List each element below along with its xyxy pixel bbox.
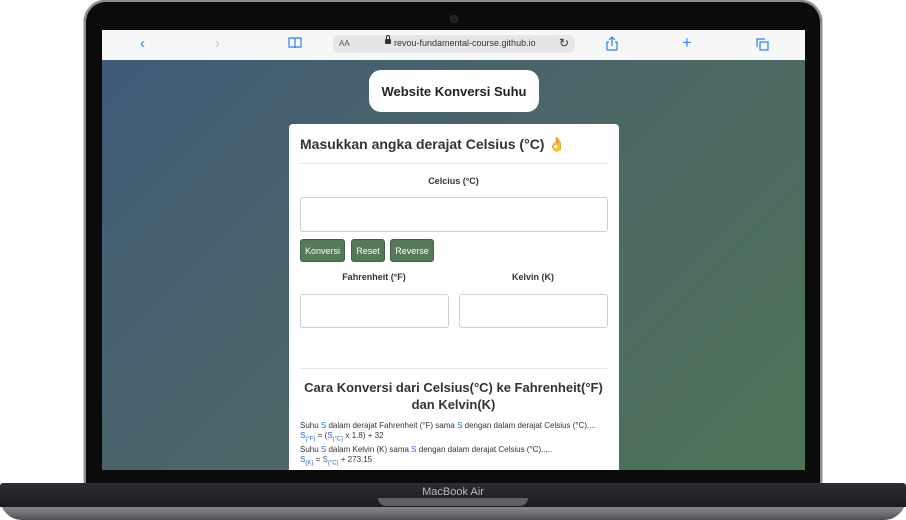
divider: [300, 163, 607, 164]
share-icon[interactable]: [606, 36, 618, 55]
url-text[interactable]: revou-fundamental-course.github.io: [394, 38, 536, 48]
camera-icon: [451, 16, 457, 22]
converter-heading-text: Masukkan angka derajat Celsius (°C): [300, 136, 545, 152]
back-icon[interactable]: ‹: [140, 36, 145, 52]
lock-icon: [385, 35, 391, 44]
forward-icon[interactable]: ›: [215, 36, 220, 52]
bookmarks-icon[interactable]: [288, 37, 302, 53]
celsius-input[interactable]: [300, 197, 608, 232]
kelvin-label: Kelvin (K): [511, 272, 554, 282]
fahrenheit-label: Fahrenheit (°F): [342, 272, 406, 282]
divider: [300, 368, 607, 369]
convert-button[interactable]: Konversi: [300, 239, 345, 262]
new-tab-icon[interactable]: +: [682, 34, 692, 51]
reader-aa-button[interactable]: AA: [339, 39, 350, 48]
conversion-explanation: Suhu S dalam derajat Fahrenheit (°F) sam…: [300, 421, 607, 468]
screen: ‹ › AA revou-fundamental-course.github.i…: [102, 30, 805, 470]
reload-icon[interactable]: ↻: [559, 36, 569, 50]
fahrenheit-output[interactable]: [300, 294, 449, 328]
fahrenheit-explanation: Suhu S dalam derajat Fahrenheit (°F) sam…: [300, 421, 596, 430]
reverse-button[interactable]: Reverse: [390, 239, 434, 262]
browser-toolbar: ‹ › AA revou-fundamental-course.github.i…: [102, 30, 805, 61]
celsius-label: Celcius (°C): [428, 176, 479, 186]
webpage: Website Konversi Suhu Masukkan angka der…: [102, 60, 805, 470]
kelvin-explanation: Suhu S dalam Kelvin (K) sama S dengan da…: [300, 444, 553, 454]
fahrenheit-formula: S(°F) = (S(°C) x 1.8) + 32: [300, 431, 384, 443]
converter-card: Masukkan angka derajat Celsius (°C) 👌 Ce…: [289, 124, 619, 470]
conversion-section-title: Cara Konversi dari Celsius(°C) ke Fahren…: [304, 380, 603, 412]
tabs-icon[interactable]: [756, 38, 769, 55]
ok-hand-icon: 👌: [548, 136, 566, 152]
converter-heading: Masukkan angka derajat Celsius (°C) 👌: [300, 136, 566, 153]
page-title: Website Konversi Suhu: [369, 70, 539, 112]
laptop-notch: [378, 498, 528, 506]
reset-button[interactable]: Reset: [351, 239, 385, 262]
address-bar[interactable]: AA revou-fundamental-course.github.io ↻: [333, 35, 575, 53]
device-label: MacBook Air: [422, 486, 484, 498]
kelvin-formula: S(K) = S(°C) + 273.15: [300, 454, 373, 467]
kelvin-output[interactable]: [459, 294, 608, 328]
